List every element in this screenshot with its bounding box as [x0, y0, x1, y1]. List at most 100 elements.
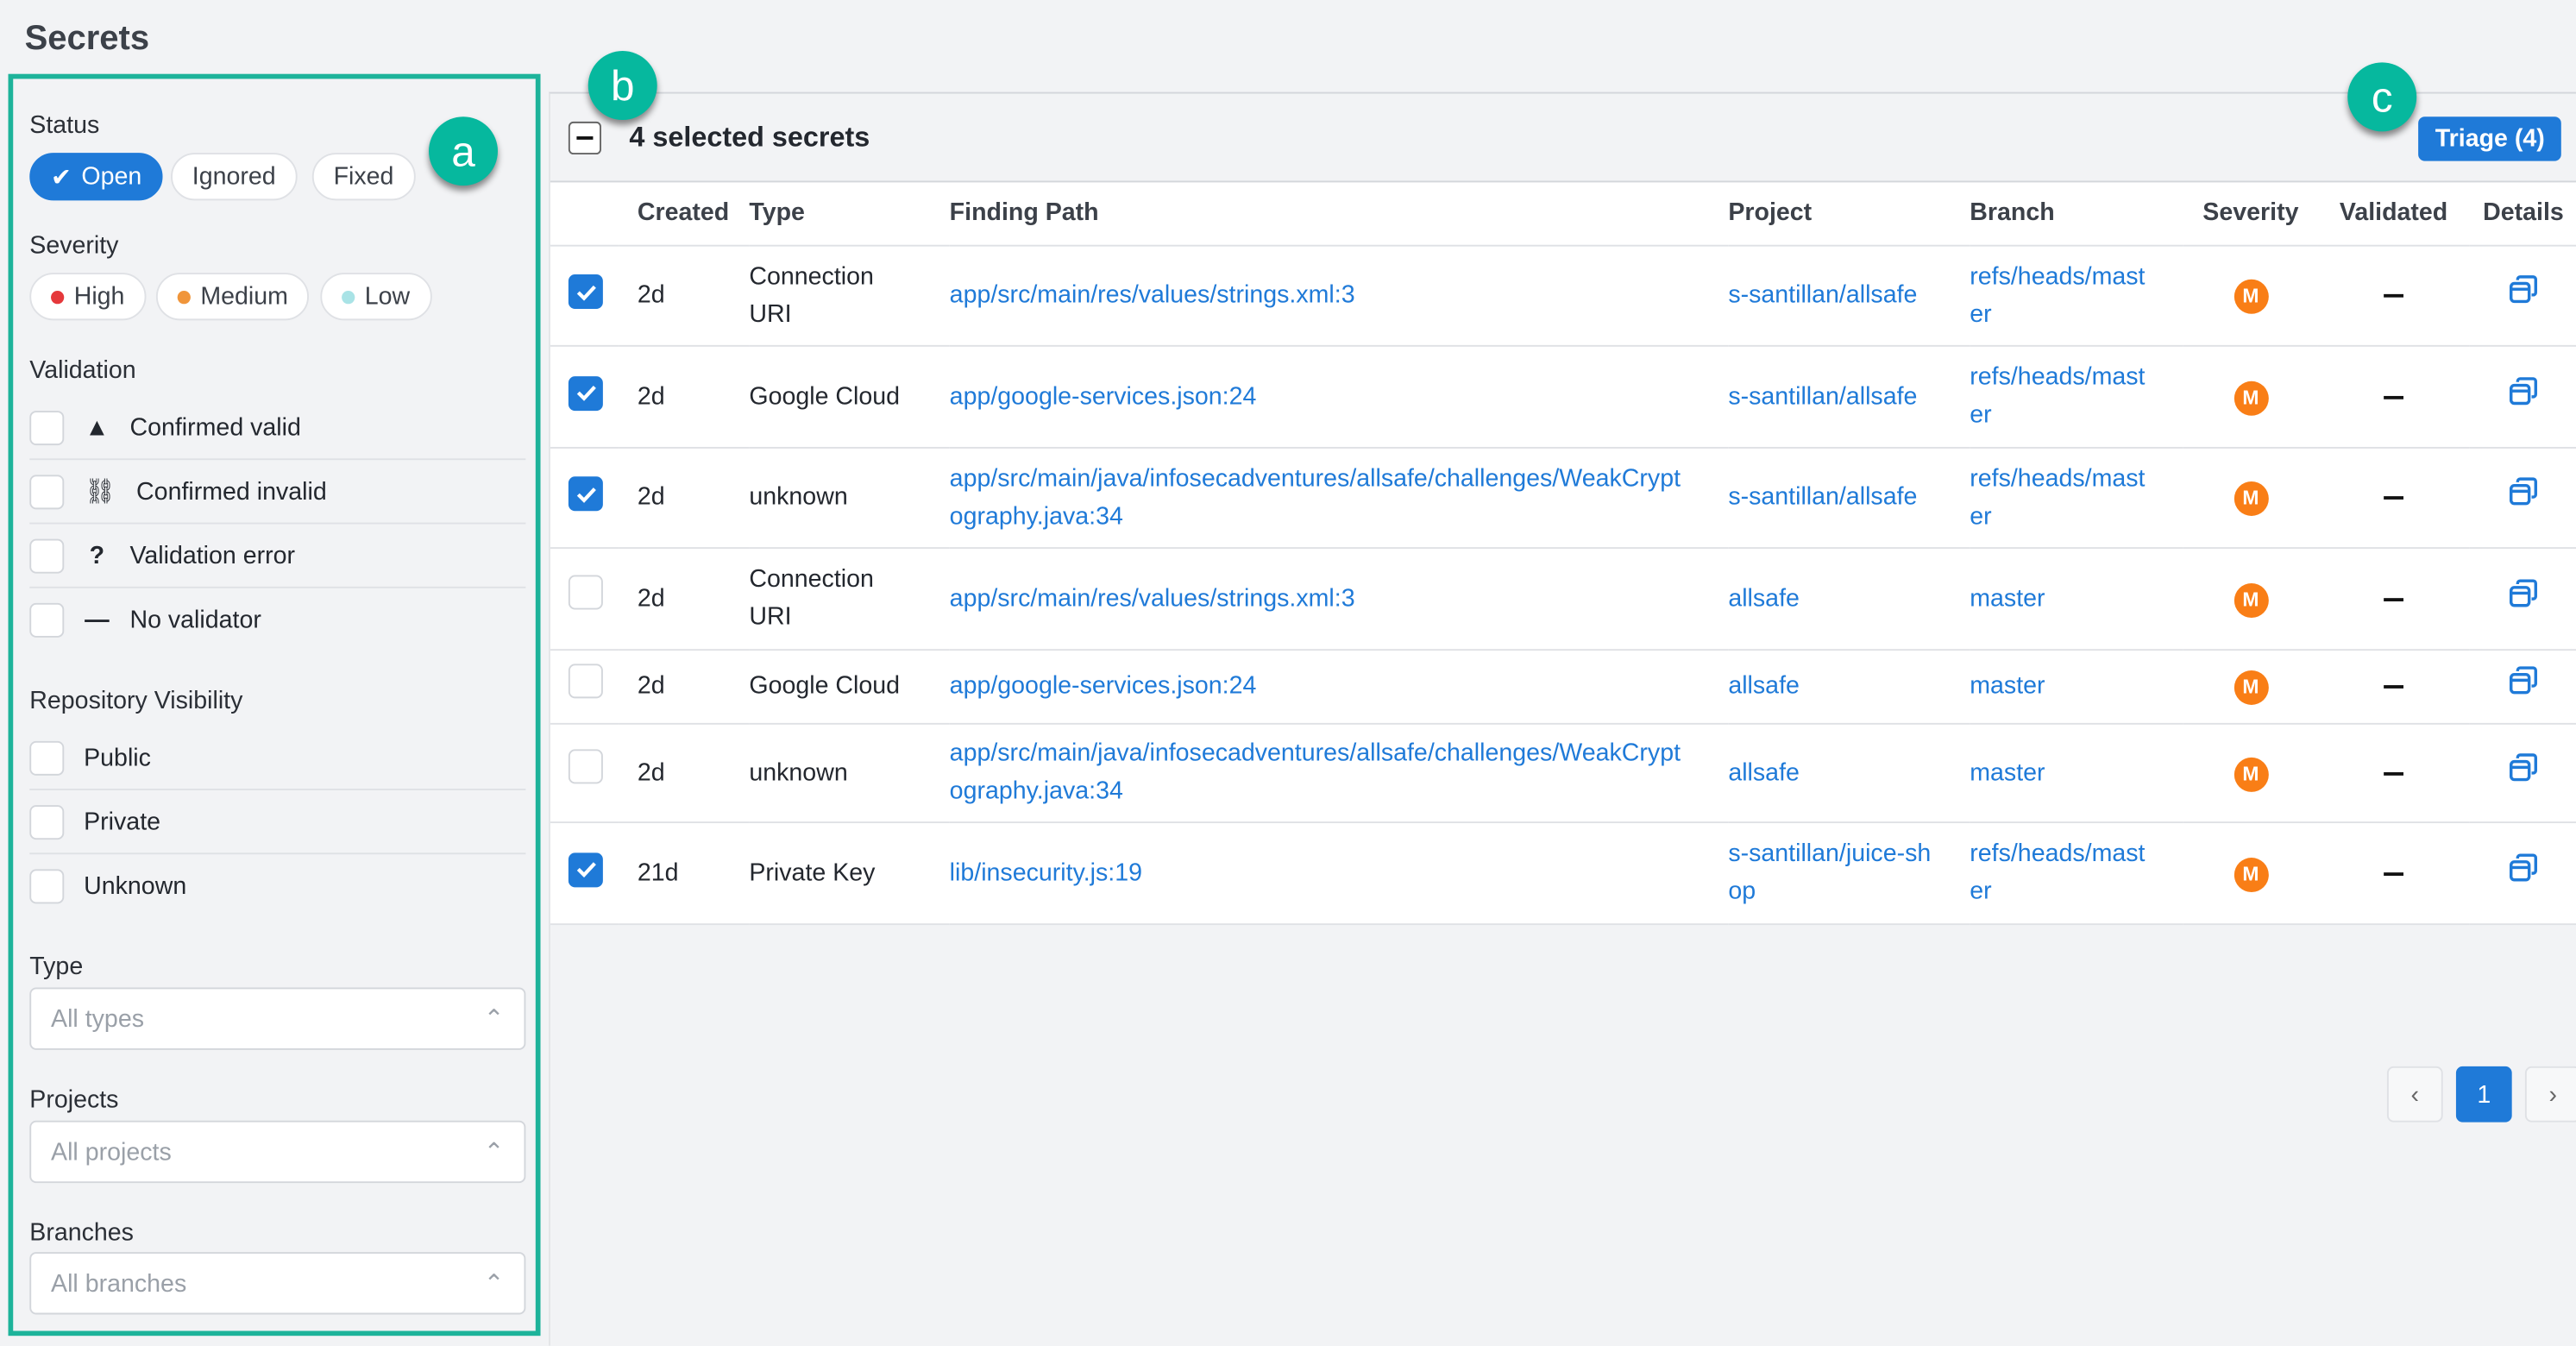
row-checkbox[interactable]	[568, 852, 603, 887]
validation-confirmed-invalid[interactable]: ⛓ Confirmed invalid	[29, 460, 526, 525]
branch-link[interactable]: master	[1970, 753, 2153, 791]
checkbox[interactable]	[29, 739, 65, 775]
column-header-finding-path[interactable]: Finding Path	[949, 182, 1729, 246]
status-label: Status	[29, 111, 100, 140]
project-link[interactable]: s-santillan/juice-shop	[1728, 834, 1933, 910]
column-header-created[interactable]: Created	[619, 182, 750, 246]
project-link[interactable]: allsafe	[1728, 667, 1933, 705]
details-cell	[2469, 722, 2576, 823]
branches-select[interactable]: All branches ⌃	[29, 1252, 526, 1315]
branch-link[interactable]: master	[1970, 667, 2153, 705]
status-fixed-button[interactable]: Fixed	[311, 153, 416, 201]
severity-high-button[interactable]: High	[29, 273, 147, 321]
open-details-icon[interactable]	[2509, 375, 2538, 405]
checkbox[interactable]	[29, 869, 65, 904]
validation-label: Validation	[29, 356, 136, 385]
finding-path-link[interactable]: app/src/main/java/infosecadventures/alls…	[950, 734, 1689, 810]
checkbox[interactable]	[29, 602, 65, 638]
project-link[interactable]: s-santillan/allsafe	[1728, 276, 1933, 314]
updown-chevron-icon: ⌃	[483, 1270, 505, 1299]
visibility-public[interactable]: Public	[29, 726, 526, 790]
table-row[interactable]: 2d Connection URI app/src/main/res/value…	[550, 244, 2576, 346]
project-link[interactable]: allsafe	[1728, 753, 1933, 791]
row-checkbox[interactable]	[568, 274, 603, 310]
project-link[interactable]: s-santillan/allsafe	[1728, 478, 1933, 516]
open-details-icon[interactable]	[2509, 476, 2538, 506]
checkbox[interactable]	[29, 538, 65, 573]
open-details-icon[interactable]	[2509, 752, 2538, 781]
finding-path-cell: app/src/main/res/values/strings.xml:3	[949, 244, 1729, 346]
finding-path-link[interactable]: app/google-services.json:24	[950, 377, 1689, 415]
checkbox[interactable]	[29, 474, 65, 509]
column-header-type[interactable]: Type	[749, 182, 950, 246]
branch-link[interactable]: refs/heads/master	[1970, 257, 2153, 333]
table-row[interactable]: 2d unknown app/src/main/java/infosecadve…	[550, 722, 2576, 823]
column-header-validated[interactable]: Validated	[2317, 182, 2470, 246]
next-page-button[interactable]: ›	[2524, 1066, 2576, 1123]
finding-path-link[interactable]: app/src/main/res/values/strings.xml:3	[950, 579, 1689, 617]
project-cell: s-santillan/allsafe	[1728, 446, 1970, 549]
finding-path-link[interactable]: app/src/main/java/infosecadventures/alls…	[950, 459, 1689, 535]
visibility-unknown[interactable]: Unknown	[29, 854, 525, 918]
finding-path-link[interactable]: lib/insecurity.js:19	[950, 853, 1689, 891]
validated-cell	[2317, 244, 2470, 346]
open-details-icon[interactable]	[2509, 665, 2538, 695]
project-link[interactable]: s-santillan/allsafe	[1728, 377, 1933, 415]
severity-low-button[interactable]: Low	[320, 273, 431, 321]
branch-cell: refs/heads/master	[1970, 446, 2183, 549]
validation-error[interactable]: ? Validation error	[29, 524, 526, 588]
branch-cell: refs/heads/master	[1970, 821, 2183, 925]
open-details-icon[interactable]	[2509, 852, 2538, 881]
column-header-project[interactable]: Project	[1728, 182, 1970, 246]
type-select[interactable]: All types ⌃	[29, 987, 526, 1050]
branch-link[interactable]: refs/heads/master	[1970, 834, 2153, 910]
type-text: Google Cloud	[749, 671, 901, 701]
status-ignored-button[interactable]: Ignored	[171, 153, 298, 201]
created-cell: 2d	[619, 344, 750, 448]
table-row[interactable]: 21d Private Key lib/insecurity.js:19 s-s…	[550, 821, 2576, 925]
table-row[interactable]: 2d Google Cloud app/google-services.json…	[550, 649, 2576, 724]
validation-confirmed-valid[interactable]: ▲ Confirmed valid	[29, 396, 526, 461]
finding-path-link[interactable]: app/google-services.json:24	[950, 667, 1689, 705]
check-icon	[575, 285, 595, 301]
row-checkbox[interactable]	[568, 476, 603, 512]
row-checkbox[interactable]	[568, 749, 603, 784]
branch-link[interactable]: master	[1970, 579, 2153, 617]
deselect-all-checkbox[interactable]	[568, 120, 601, 154]
open-details-icon[interactable]	[2509, 274, 2538, 304]
status-open-button[interactable]: ✔ Open	[29, 153, 164, 201]
validated-cell	[2317, 649, 2470, 724]
visibility-private[interactable]: Private	[29, 790, 526, 855]
medium-dot-icon	[177, 290, 191, 304]
row-checkbox[interactable]	[568, 575, 603, 610]
table-row[interactable]: 2d Connection URI app/src/main/res/value…	[550, 547, 2576, 651]
question-icon: ?	[89, 541, 105, 569]
column-header-branch[interactable]: Branch	[1970, 182, 2183, 246]
table-row[interactable]: 2d Google Cloud app/google-services.json…	[550, 344, 2576, 448]
row-checkbox[interactable]	[568, 663, 603, 698]
severity-medium-button[interactable]: Medium	[155, 273, 310, 321]
selection-toolbar: 4 selected secrets Triage (4)	[550, 94, 2576, 183]
branch-link[interactable]: refs/heads/master	[1970, 358, 2153, 434]
type-text: Google Cloud	[749, 381, 901, 411]
projects-select[interactable]: All projects ⌃	[29, 1120, 526, 1184]
validated-cell	[2317, 821, 2470, 925]
project-link[interactable]: allsafe	[1728, 579, 1933, 617]
finding-path-link[interactable]: app/src/main/res/values/strings.xml:3	[950, 276, 1689, 314]
broken-link-icon: ⛓	[85, 478, 116, 506]
row-checkbox[interactable]	[568, 375, 603, 411]
type-cell: Connection URI	[749, 244, 950, 346]
column-header-severity[interactable]: Severity	[2183, 182, 2318, 246]
open-details-icon[interactable]	[2509, 577, 2538, 607]
validation-no-validator[interactable]: — No validator	[29, 588, 525, 652]
triage-button[interactable]: Triage (4)	[2418, 116, 2561, 161]
annotation-b: b	[587, 51, 657, 121]
column-header-details[interactable]: Details	[2469, 182, 2576, 246]
checkbox[interactable]	[29, 804, 65, 840]
checkbox[interactable]	[29, 410, 65, 445]
severity-cell: M	[2183, 649, 2318, 724]
page-1-button[interactable]: 1	[2455, 1066, 2512, 1123]
prev-page-button[interactable]: ‹	[2386, 1066, 2443, 1123]
branch-link[interactable]: refs/heads/master	[1970, 459, 2153, 535]
table-row[interactable]: 2d unknown app/src/main/java/infosecadve…	[550, 446, 2576, 549]
